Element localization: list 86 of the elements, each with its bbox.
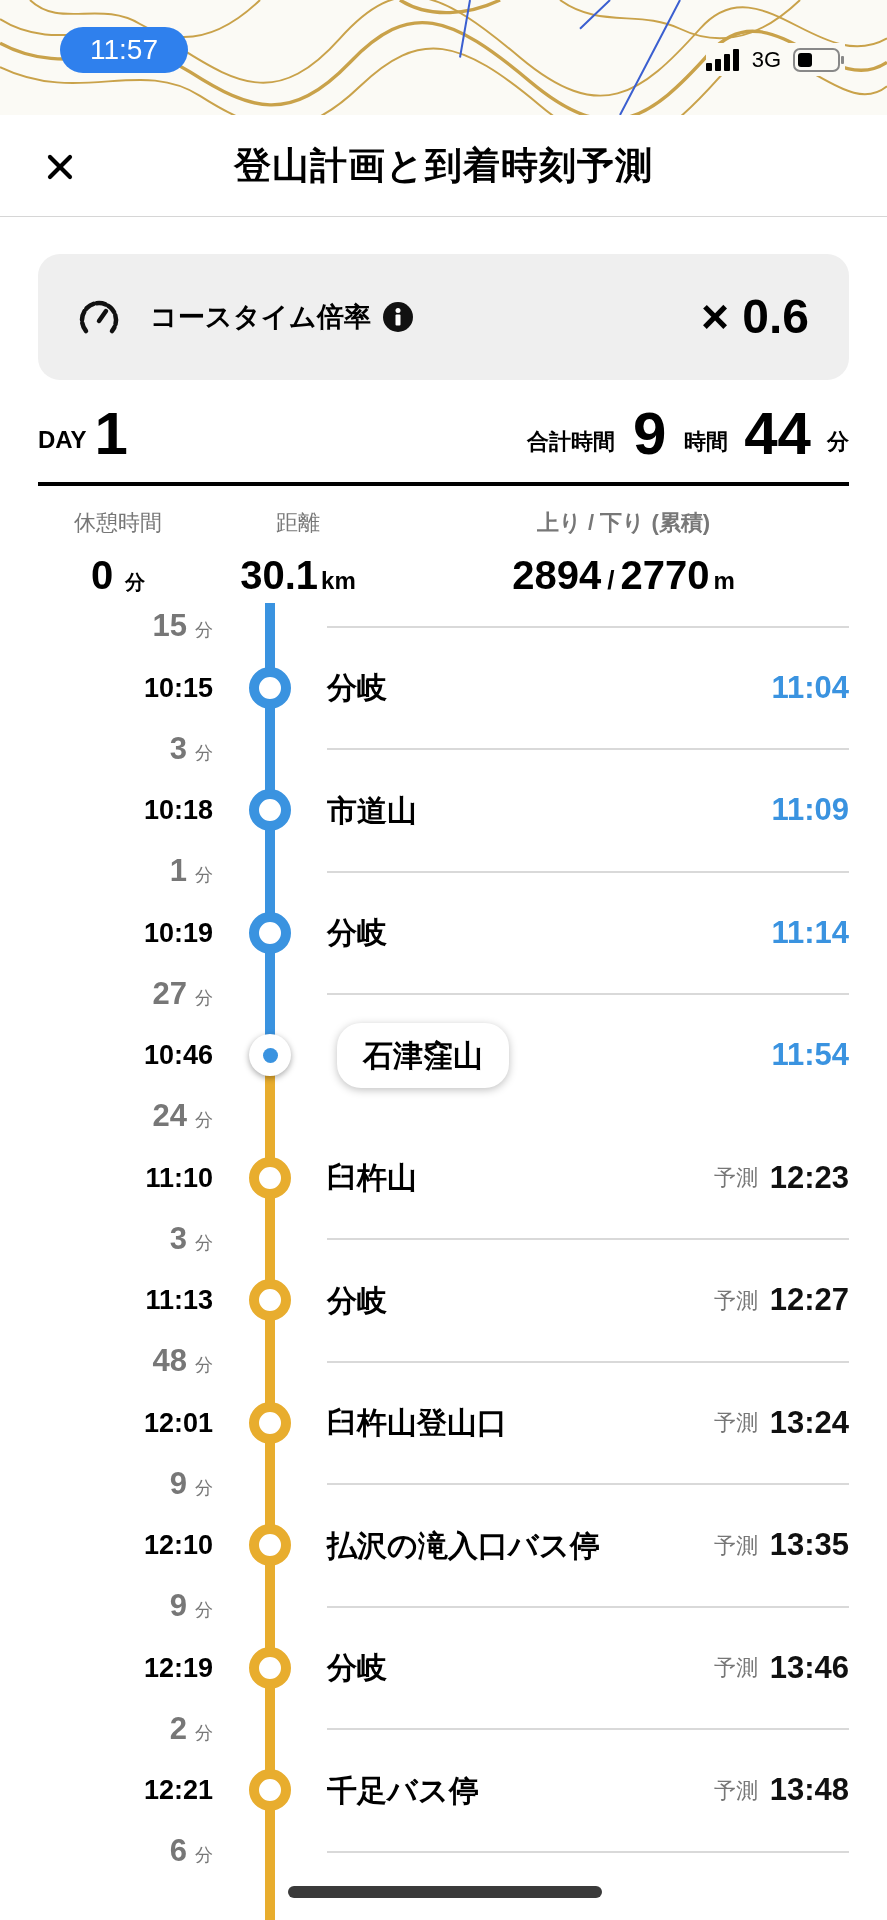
arrival-time: 13:46 bbox=[769, 1648, 849, 1687]
duration-unit: 分 bbox=[195, 1476, 213, 1500]
day-number: 1 bbox=[94, 404, 128, 464]
distance-unit: km bbox=[321, 566, 356, 596]
segment-duration: 9 bbox=[169, 1464, 187, 1503]
segment-duration: 24 bbox=[152, 1097, 187, 1136]
minutes-unit: 分 bbox=[827, 428, 849, 456]
descent-value: 2770 bbox=[620, 552, 710, 599]
speedometer-icon bbox=[78, 299, 120, 335]
course-time-card[interactable]: コースタイム倍率 × 0.6 bbox=[38, 254, 849, 380]
network-label: 3G bbox=[751, 46, 781, 74]
waypoint-time: 12:21 bbox=[142, 1774, 213, 1808]
day-label: DAY bbox=[38, 425, 87, 455]
hours-unit: 時間 bbox=[684, 428, 729, 456]
segment-duration: 3 bbox=[169, 729, 187, 768]
total-hours: 9 bbox=[632, 404, 667, 464]
waypoint-name: 臼杵山登山口 bbox=[327, 1405, 507, 1442]
forecast-label: 予測 bbox=[713, 1164, 758, 1193]
forecast-label: 予測 bbox=[713, 1409, 758, 1438]
battery-icon bbox=[793, 47, 845, 72]
signal-icon bbox=[705, 48, 740, 71]
waypoint-name: 分岐 bbox=[327, 1650, 387, 1687]
waypoint-name: 分岐 bbox=[327, 670, 387, 707]
arrival-time: 11:54 bbox=[771, 1036, 849, 1075]
segment-duration: 3 bbox=[169, 1219, 187, 1258]
waypoint-time: 10:46 bbox=[142, 1039, 213, 1073]
waypoint-name: 分岐 bbox=[327, 1282, 387, 1319]
waypoint-name: 臼杵山 bbox=[327, 1160, 417, 1197]
duration-unit: 分 bbox=[195, 1721, 213, 1745]
arrival-time: 13:24 bbox=[769, 1403, 849, 1442]
duration-unit: 分 bbox=[195, 1231, 213, 1255]
duration-unit: 分 bbox=[195, 864, 213, 888]
duration-unit: 分 bbox=[195, 1109, 213, 1133]
rest-time-value: 0 bbox=[90, 552, 114, 599]
arrival-time: 13:35 bbox=[769, 1526, 849, 1565]
waypoint-name: 分岐 bbox=[327, 915, 387, 952]
segment-duration: 6 bbox=[169, 1832, 187, 1871]
segment-duration: 27 bbox=[152, 974, 187, 1013]
course-time-label: コースタイム倍率 bbox=[150, 300, 371, 334]
arrival-time: 11:14 bbox=[771, 913, 849, 952]
duration-unit: 分 bbox=[195, 986, 213, 1010]
total-time-label: 合計時間 bbox=[526, 428, 615, 456]
waypoint-name: 市道山 bbox=[327, 792, 417, 829]
waypoint-time: 11:10 bbox=[144, 1161, 213, 1195]
elevation-label: 上り / 下り (累積) bbox=[536, 509, 711, 537]
clock-time: 11:57 bbox=[90, 33, 158, 67]
page-title: 登山計画と到着時刻予測 bbox=[234, 143, 653, 188]
distance-value: 30.1 bbox=[240, 552, 319, 599]
elevation-unit: m bbox=[713, 566, 735, 596]
arrival-time: 13:48 bbox=[769, 1771, 849, 1810]
waypoint-time: 10:19 bbox=[142, 916, 213, 950]
waypoint-name: 払沢の滝入口バス停 bbox=[327, 1527, 600, 1564]
forecast-label: 予測 bbox=[713, 1654, 758, 1683]
duration-unit: 分 bbox=[195, 1844, 213, 1868]
forecast-label: 予測 bbox=[713, 1286, 758, 1315]
arrival-time: 11:04 bbox=[771, 668, 849, 707]
rest-time-label: 休憩時間 bbox=[74, 509, 162, 537]
ascent-value: 2894 bbox=[512, 552, 602, 599]
waypoint-time: 10:18 bbox=[142, 794, 213, 828]
segment-duration: 15 bbox=[152, 607, 187, 646]
duration-unit: 分 bbox=[195, 1354, 213, 1378]
distance-label: 距離 bbox=[276, 509, 320, 537]
elevation-separator: / bbox=[607, 564, 615, 597]
waypoint-time: 12:19 bbox=[142, 1651, 213, 1685]
info-icon[interactable] bbox=[383, 302, 413, 332]
current-waypoint-bubble: 石津窪山 bbox=[337, 1022, 509, 1088]
segment-duration: 48 bbox=[152, 1342, 187, 1381]
forecast-label: 予測 bbox=[713, 1531, 758, 1560]
duration-unit: 分 bbox=[195, 1599, 213, 1623]
waypoint-time: 12:10 bbox=[142, 1529, 213, 1563]
arrival-time: 12:27 bbox=[769, 1281, 849, 1320]
course-time-value: × 0.6 bbox=[700, 289, 809, 345]
waypoint-time: 12:01 bbox=[142, 1406, 213, 1440]
segment-duration: 2 bbox=[169, 1709, 187, 1748]
waypoint-time: 11:13 bbox=[144, 1284, 213, 1318]
arrival-time: 11:09 bbox=[771, 791, 849, 830]
rest-time-unit: 分 bbox=[125, 570, 146, 595]
segment-duration: 9 bbox=[169, 1587, 187, 1626]
arrival-time: 12:23 bbox=[769, 1158, 849, 1197]
duration-unit: 分 bbox=[195, 619, 213, 643]
segment-duration: 1 bbox=[169, 852, 187, 891]
forecast-label: 予測 bbox=[713, 1776, 758, 1805]
duration-unit: 分 bbox=[195, 741, 213, 765]
total-minutes: 44 bbox=[744, 404, 811, 464]
waypoint-name: 千足バス停 bbox=[327, 1772, 479, 1809]
waypoint-time: 10:15 bbox=[142, 671, 213, 705]
